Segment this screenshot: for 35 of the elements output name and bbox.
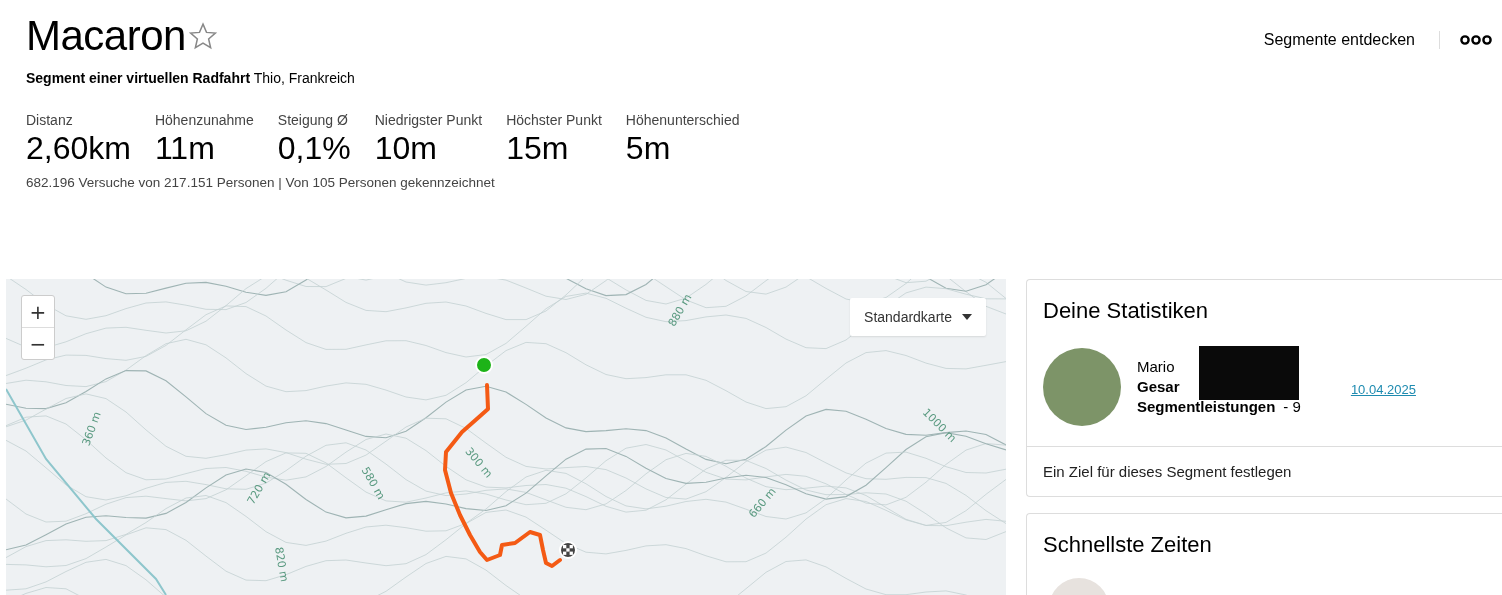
map-type-dropdown[interactable]: Standardkarte [850,298,986,336]
athlete-name: Mario [1137,357,1176,377]
start-marker [475,356,493,374]
stat-label: Höchster Punkt [506,112,602,128]
stat-label: Distanz [26,112,74,128]
stat-value: 10m [374,130,438,167]
segment-title: Macaron [26,12,186,60]
stat-label: Höhenunterschied [625,112,740,128]
stat-label: Gesar [1137,377,1181,397]
more-options-icon[interactable] [1460,34,1492,46]
elevation-label: 360 m [79,410,104,448]
elevation-label: 820 m [272,545,291,583]
stat-label: Steigung Ø [277,112,349,128]
stat-value: 11m [154,130,216,167]
segment-subtitle: Segment einer virtuellen Radfahrt Thio, Frankreich [26,70,356,86]
stat-label: Niedrigster Punkt [374,112,483,128]
card-title: Schnellste Zeiten [1042,531,1213,558]
stat-value: 2,60km [26,130,131,167]
zoom-out-button[interactable]: − [22,328,54,359]
efforts-label: Segmentleistungen [1137,397,1276,417]
stat-value: 15m [506,130,570,167]
attempts-text: 682.196 Versuche von 217.151 Personen | Von 105 Personen gekennzeichnet [26,175,496,190]
finish-flag-icon [559,541,577,559]
elevation-label: 660 m [746,485,779,521]
efforts-count: - 9 [1283,397,1301,417]
star-icon[interactable] [187,21,218,51]
stat-label: Höhenzunahme [154,112,254,128]
date-link[interactable]: 10.04.2025 [1350,381,1416,397]
zoom-in-button[interactable]: + [22,296,54,327]
stat-value: 5m [625,130,672,167]
set-goal-link[interactable]: Ein Ziel für dieses Segment festlegen [1027,446,1502,496]
card-title: Deine Statistiken [1042,297,1210,324]
caret-icon [962,314,972,320]
stat-value: 0,1% [277,130,351,167]
discover-segments-link[interactable]: Segmente entdecken [1263,31,1440,49]
